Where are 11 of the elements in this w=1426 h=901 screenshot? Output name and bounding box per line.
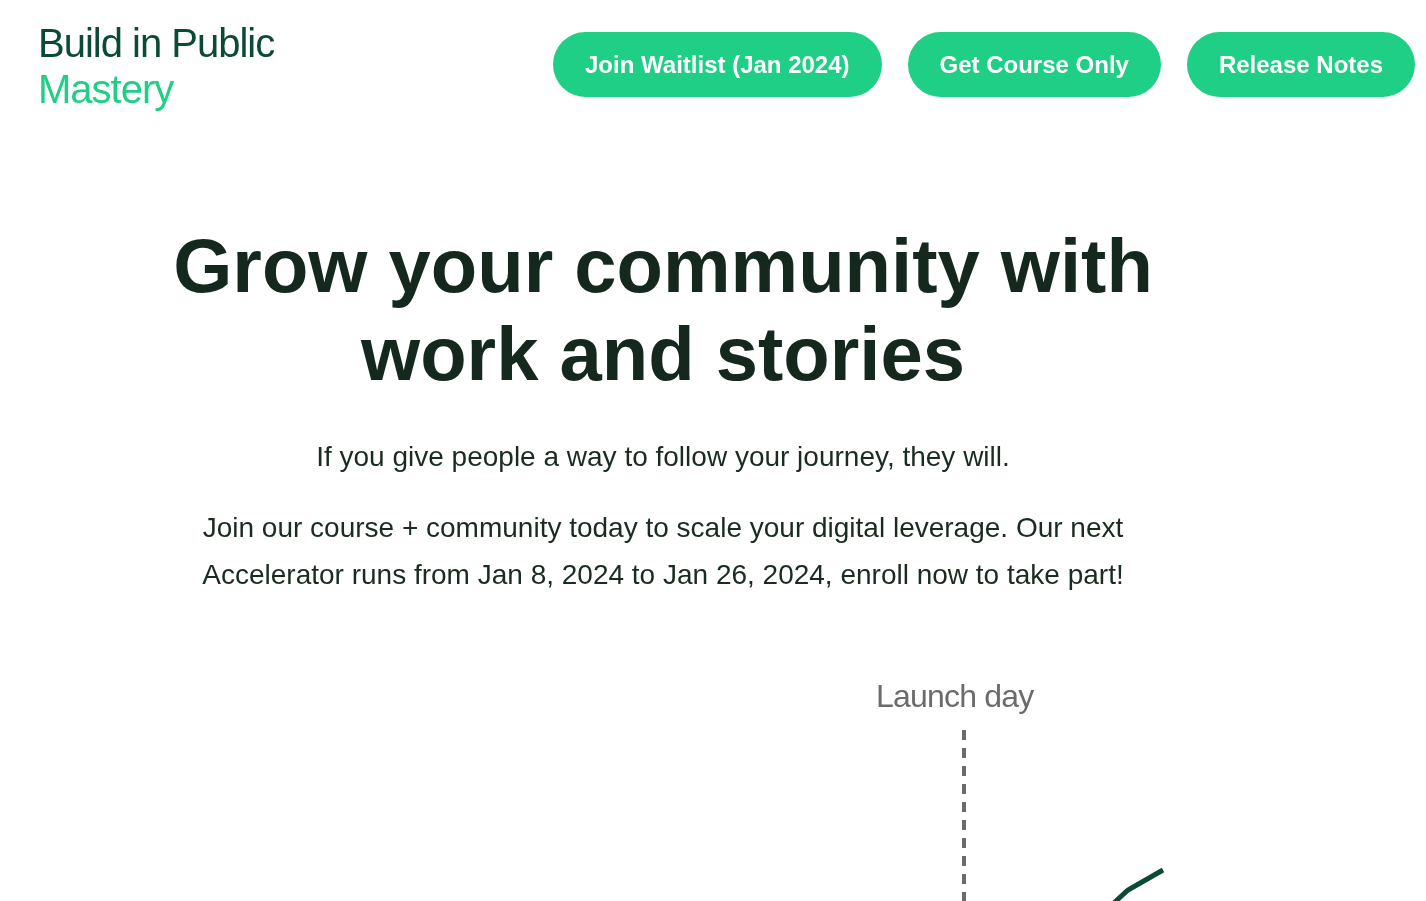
nav-button[interactable]: Get Course Only: [907, 32, 1161, 97]
hero-paragraph: Accelerator runs from Jan 8, 2024 to Jan 26, 2024, enroll now to take part!: [202, 558, 1124, 592]
hero-heading: work and stories: [361, 310, 965, 398]
hero-paragraph: Join our course + community today to scale your digital leverage. Our next: [202, 511, 1124, 545]
launch-day-label: Launch day: [876, 677, 1034, 716]
tagline: If you give people a way to follow your journey, they will.: [316, 440, 1010, 474]
hero-heading: Grow your community with: [173, 222, 1153, 310]
logo-text: Build in Public: [38, 20, 275, 66]
nav-button[interactable]: Release Notes: [1186, 32, 1415, 97]
nav-button[interactable]: Join Waitlist (Jan 2024): [553, 32, 882, 97]
logo-text: Mastery: [38, 66, 175, 112]
